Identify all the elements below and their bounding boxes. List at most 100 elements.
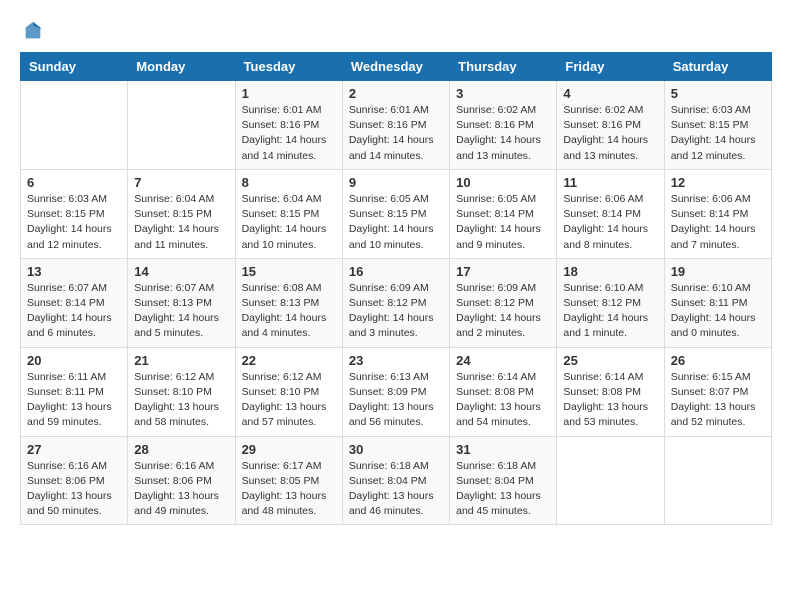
header-sunday: Sunday [21, 53, 128, 81]
logo-icon [22, 20, 44, 42]
day-number: 18 [563, 264, 657, 279]
calendar-cell: 24Sunrise: 6:14 AM Sunset: 8:08 PM Dayli… [450, 347, 557, 436]
day-number: 1 [242, 86, 336, 101]
day-info: Sunrise: 6:01 AM Sunset: 8:16 PM Dayligh… [242, 103, 336, 164]
day-info: Sunrise: 6:01 AM Sunset: 8:16 PM Dayligh… [349, 103, 443, 164]
calendar-cell: 30 Sunrise: 6:18 AM Sunset: 8:04 PM Dayli… [342, 436, 449, 525]
calendar-cell [21, 81, 128, 170]
day-info: Sunrise: 6:05 AM Sunset: 8:14 PM Dayligh… [456, 192, 550, 253]
calendar-cell [557, 436, 664, 525]
header-monday: Monday [128, 53, 235, 81]
calendar-header-row: Sunday Monday Tuesday Wednesday Thursday… [21, 53, 772, 81]
calendar-cell: 25Sunrise: 6:14 AM Sunset: 8:08 PM Dayli… [557, 347, 664, 436]
day-info: Sunrise: 6:02 AM Sunset: 8:16 PM Dayligh… [456, 103, 550, 164]
day-info: Sunrise: 6:18 AM Sunset: 8:04 PM Dayligh… [456, 459, 550, 520]
calendar-cell: 29 Sunrise: 6:17 AM Sunset: 8:05 PM Dayli… [235, 436, 342, 525]
calendar-cell: 16Sunrise: 6:09 AM Sunset: 8:12 PM Dayli… [342, 258, 449, 347]
calendar-cell: 14Sunrise: 6:07 AM Sunset: 8:13 PM Dayli… [128, 258, 235, 347]
calendar-week-row: 20 Sunrise: 6:11 AM Sunset: 8:11 PM Dayli… [21, 347, 772, 436]
day-info: Sunrise: 6:06 AM Sunset: 8:14 PM Dayligh… [671, 192, 765, 253]
header-wednesday: Wednesday [342, 53, 449, 81]
day-number: 20 [27, 353, 121, 368]
day-number: 30 [349, 442, 443, 457]
calendar-cell: 23 Sunrise: 6:13 AM Sunset: 8:09 PM Dayli… [342, 347, 449, 436]
day-info: Sunrise: 6:04 AM Sunset: 8:15 PM Dayligh… [134, 192, 228, 253]
day-number: 11 [563, 175, 657, 190]
day-info: Sunrise: 6:10 AM Sunset: 8:12 PM Dayligh… [563, 281, 657, 342]
day-info: Sunrise: 6:17 AM Sunset: 8:05 PM Dayligh… [242, 459, 336, 520]
day-info: Sunrise: 6:11 AM Sunset: 8:11 PM Dayligh… [27, 370, 121, 431]
day-number: 22 [242, 353, 336, 368]
calendar-cell: 2 Sunrise: 6:01 AM Sunset: 8:16 PM Daylig… [342, 81, 449, 170]
day-number: 3 [456, 86, 550, 101]
calendar-cell: 1 Sunrise: 6:01 AM Sunset: 8:16 PM Daylig… [235, 81, 342, 170]
day-number: 26 [671, 353, 765, 368]
day-info: Sunrise: 6:09 AM Sunset: 8:12 PM Dayligh… [349, 281, 443, 342]
day-number: 6 [27, 175, 121, 190]
day-number: 24 [456, 353, 550, 368]
calendar-cell: 27 Sunrise: 6:16 AM Sunset: 8:06 PM Dayli… [21, 436, 128, 525]
calendar-cell: 26 Sunrise: 6:15 AM Sunset: 8:07 PM Dayli… [664, 347, 771, 436]
calendar-cell: 6Sunrise: 6:03 AM Sunset: 8:15 PM Daylig… [21, 169, 128, 258]
calendar-cell: 18 Sunrise: 6:10 AM Sunset: 8:12 PM Dayli… [557, 258, 664, 347]
calendar-table: Sunday Monday Tuesday Wednesday Thursday… [20, 52, 772, 525]
calendar-week-row: 27 Sunrise: 6:16 AM Sunset: 8:06 PM Dayli… [21, 436, 772, 525]
calendar-cell: 11 Sunrise: 6:06 AM Sunset: 8:14 PM Dayli… [557, 169, 664, 258]
day-info: Sunrise: 6:15 AM Sunset: 8:07 PM Dayligh… [671, 370, 765, 431]
calendar-cell: 31 Sunrise: 6:18 AM Sunset: 8:04 PM Dayli… [450, 436, 557, 525]
day-info: Sunrise: 6:16 AM Sunset: 8:06 PM Dayligh… [134, 459, 228, 520]
header-thursday: Thursday [450, 53, 557, 81]
calendar-cell: 21 Sunrise: 6:12 AM Sunset: 8:10 PM Dayli… [128, 347, 235, 436]
day-number: 2 [349, 86, 443, 101]
calendar-cell: 15Sunrise: 6:08 AM Sunset: 8:13 PM Dayli… [235, 258, 342, 347]
day-number: 5 [671, 86, 765, 101]
calendar-cell: 28 Sunrise: 6:16 AM Sunset: 8:06 PM Dayli… [128, 436, 235, 525]
day-info: Sunrise: 6:09 AM Sunset: 8:12 PM Dayligh… [456, 281, 550, 342]
day-info: Sunrise: 6:18 AM Sunset: 8:04 PM Dayligh… [349, 459, 443, 520]
day-number: 28 [134, 442, 228, 457]
day-info: Sunrise: 6:13 AM Sunset: 8:09 PM Dayligh… [349, 370, 443, 431]
day-number: 31 [456, 442, 550, 457]
calendar-cell: 20 Sunrise: 6:11 AM Sunset: 8:11 PM Dayli… [21, 347, 128, 436]
day-number: 19 [671, 264, 765, 279]
logo [20, 20, 44, 42]
day-number: 29 [242, 442, 336, 457]
day-info: Sunrise: 6:16 AM Sunset: 8:06 PM Dayligh… [27, 459, 121, 520]
day-info: Sunrise: 6:12 AM Sunset: 8:10 PM Dayligh… [134, 370, 228, 431]
day-number: 27 [27, 442, 121, 457]
day-number: 23 [349, 353, 443, 368]
day-number: 9 [349, 175, 443, 190]
calendar-cell [128, 81, 235, 170]
day-info: Sunrise: 6:05 AM Sunset: 8:15 PM Dayligh… [349, 192, 443, 253]
calendar-week-row: 13 Sunrise: 6:07 AM Sunset: 8:14 PM Dayli… [21, 258, 772, 347]
header-friday: Friday [557, 53, 664, 81]
day-number: 7 [134, 175, 228, 190]
header-saturday: Saturday [664, 53, 771, 81]
day-number: 8 [242, 175, 336, 190]
day-number: 4 [563, 86, 657, 101]
calendar-cell: 9 Sunrise: 6:05 AM Sunset: 8:15 PM Daylig… [342, 169, 449, 258]
calendar-cell: 13 Sunrise: 6:07 AM Sunset: 8:14 PM Dayli… [21, 258, 128, 347]
calendar-cell: 19Sunrise: 6:10 AM Sunset: 8:11 PM Dayli… [664, 258, 771, 347]
day-info: Sunrise: 6:03 AM Sunset: 8:15 PM Dayligh… [671, 103, 765, 164]
day-number: 13 [27, 264, 121, 279]
day-info: Sunrise: 6:07 AM Sunset: 8:14 PM Dayligh… [27, 281, 121, 342]
calendar-cell: 7 Sunrise: 6:04 AM Sunset: 8:15 PM Daylig… [128, 169, 235, 258]
day-number: 12 [671, 175, 765, 190]
calendar-cell: 10 Sunrise: 6:05 AM Sunset: 8:14 PM Dayli… [450, 169, 557, 258]
day-info: Sunrise: 6:07 AM Sunset: 8:13 PM Dayligh… [134, 281, 228, 342]
day-number: 17 [456, 264, 550, 279]
calendar-cell: 8Sunrise: 6:04 AM Sunset: 8:15 PM Daylig… [235, 169, 342, 258]
calendar-cell: 22Sunrise: 6:12 AM Sunset: 8:10 PM Dayli… [235, 347, 342, 436]
calendar-cell: 3 Sunrise: 6:02 AM Sunset: 8:16 PM Daylig… [450, 81, 557, 170]
calendar-cell: 17 Sunrise: 6:09 AM Sunset: 8:12 PM Dayli… [450, 258, 557, 347]
calendar-cell: 4Sunrise: 6:02 AM Sunset: 8:16 PM Daylig… [557, 81, 664, 170]
calendar-week-row: 1 Sunrise: 6:01 AM Sunset: 8:16 PM Daylig… [21, 81, 772, 170]
calendar-cell: 12 Sunrise: 6:06 AM Sunset: 8:14 PM Dayli… [664, 169, 771, 258]
calendar-week-row: 6Sunrise: 6:03 AM Sunset: 8:15 PM Daylig… [21, 169, 772, 258]
day-info: Sunrise: 6:06 AM Sunset: 8:14 PM Dayligh… [563, 192, 657, 253]
calendar-cell [664, 436, 771, 525]
day-number: 21 [134, 353, 228, 368]
page-header [20, 20, 772, 42]
day-number: 10 [456, 175, 550, 190]
